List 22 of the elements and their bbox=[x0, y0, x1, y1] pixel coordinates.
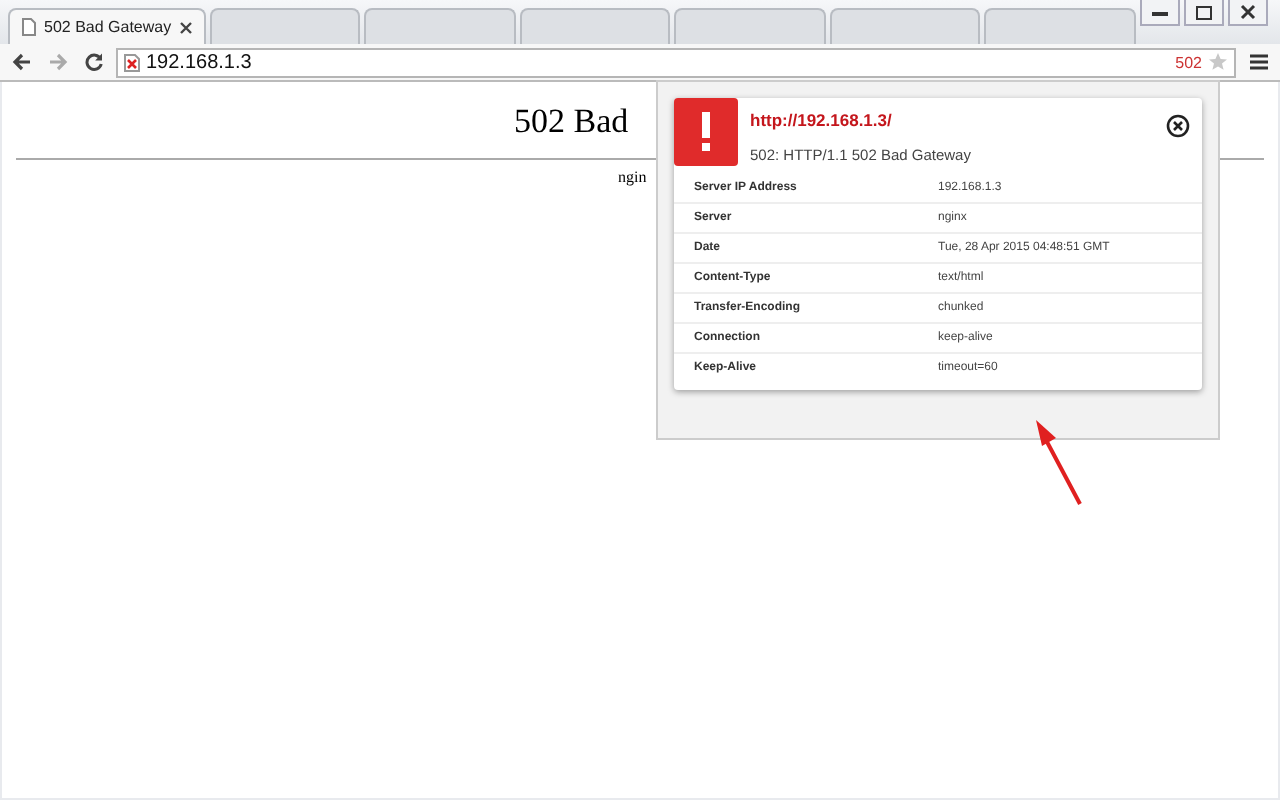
maximize-button[interactable] bbox=[1184, 0, 1224, 26]
pointer-arrow bbox=[1030, 416, 1086, 508]
broken-page-icon bbox=[124, 53, 140, 71]
request-url[interactable]: http://192.168.1.3/ bbox=[750, 110, 971, 130]
close-icon[interactable] bbox=[1166, 114, 1190, 138]
close-icon[interactable] bbox=[179, 21, 192, 33]
star-icon[interactable] bbox=[1208, 52, 1228, 72]
tab-title: 502 Bad Gateway bbox=[44, 18, 172, 36]
server-name: ngin bbox=[618, 168, 647, 186]
address-bar[interactable]: 192.168.1.3 502 bbox=[116, 47, 1236, 77]
page-icon bbox=[22, 18, 36, 36]
reload-button[interactable] bbox=[80, 48, 108, 76]
browser-tab[interactable]: 502 Bad Gateway bbox=[8, 8, 206, 44]
minimize-icon bbox=[1152, 8, 1168, 16]
close-icon bbox=[1240, 4, 1256, 20]
back-button[interactable] bbox=[8, 48, 36, 76]
minimize-button[interactable] bbox=[1140, 0, 1180, 26]
url-text: 192.168.1.3 bbox=[146, 51, 252, 73]
maximize-icon bbox=[1196, 5, 1212, 19]
page-heading: 502 Bad bbox=[514, 102, 629, 142]
close-button[interactable] bbox=[1228, 0, 1268, 26]
status-code[interactable]: 502 bbox=[1175, 53, 1202, 71]
